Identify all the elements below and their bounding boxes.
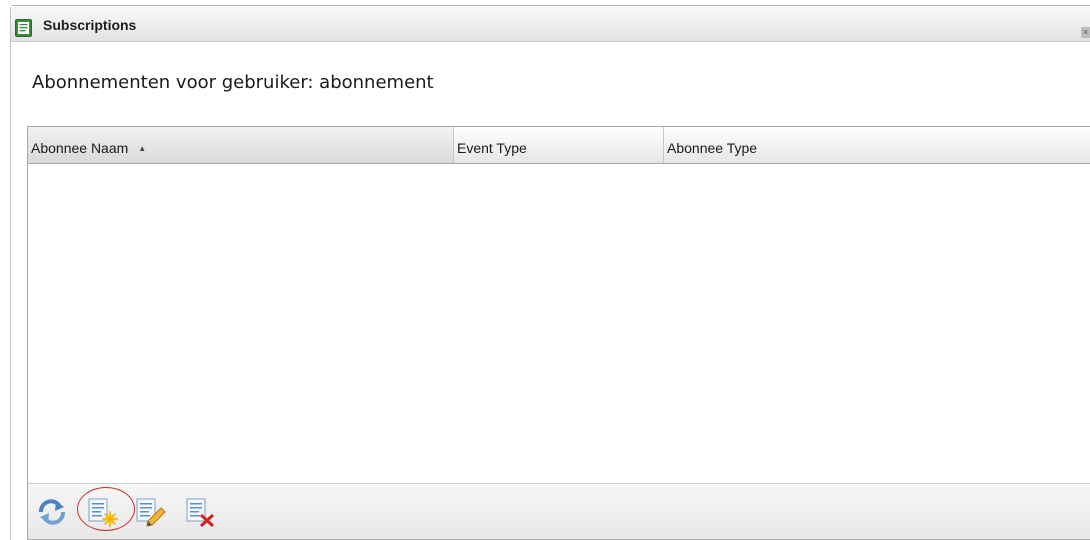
close-button[interactable]: × [1081, 27, 1090, 38]
grid-header: Abonnee Naam ▲ Event Type Abonnee Type [28, 127, 1090, 164]
add-subscription-icon[interactable] [86, 497, 118, 527]
column-label: Abonnee Naam [31, 140, 129, 156]
grid-body-empty[interactable] [28, 164, 1090, 484]
column-header-event-type[interactable]: Event Type [454, 127, 664, 163]
top-border-line [12, 5, 1090, 6]
subscriptions-window: Subscriptions × Abonnementen voor gebrui… [10, 7, 1090, 540]
edit-subscription-icon[interactable] [134, 497, 166, 527]
page-heading: Abonnementen voor gebruiker: abonnement [32, 72, 434, 93]
column-label: Abonnee Type [667, 140, 758, 156]
refresh-icon[interactable] [36, 497, 68, 527]
grid-toolbar [28, 483, 1090, 539]
subscriptions-grid: Abonnee Naam ▲ Event Type Abonnee Type [27, 126, 1090, 540]
window-title: Subscriptions [43, 17, 137, 33]
column-header-abonnee-naam[interactable]: Abonnee Naam ▲ [28, 127, 454, 163]
column-label: Event Type [457, 140, 527, 156]
document-list-icon [15, 19, 32, 42]
column-header-abonnee-type[interactable]: Abonnee Type [664, 127, 1090, 163]
window-titlebar: Subscriptions × [11, 7, 1090, 42]
delete-subscription-icon[interactable] [184, 497, 216, 528]
